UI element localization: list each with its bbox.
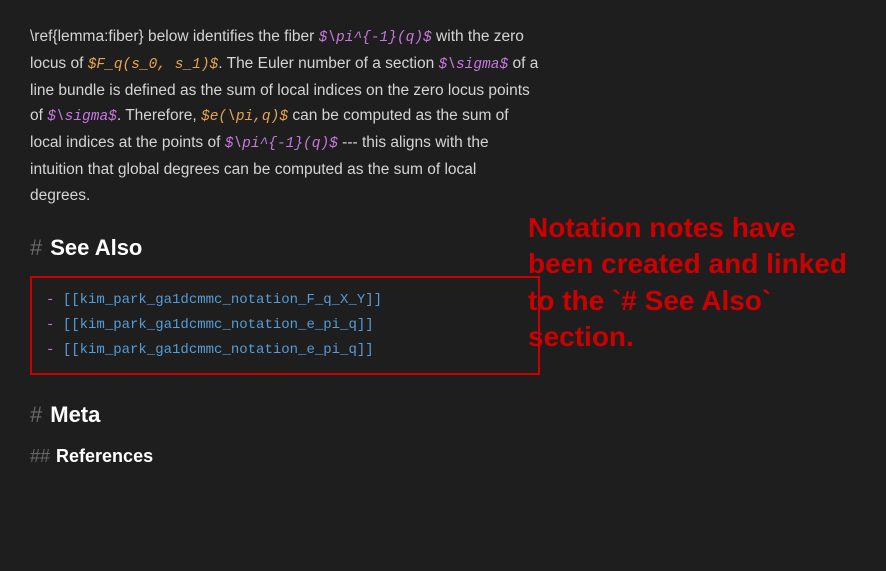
main-paragraph: \ref{lemma:fiber} below identifies the f…: [30, 24, 540, 208]
meta-title: Meta: [50, 397, 100, 432]
text-before-math5: . Therefore,: [117, 107, 201, 124]
math-sigma-2: $\sigma$: [47, 109, 117, 125]
text-before-math1: \ref{lemma:fiber} below identifies the f…: [30, 28, 319, 45]
link-1[interactable]: [[kim_park_ga1dcmmc_notation_F_q_X_Y]]: [63, 292, 382, 308]
item-dash-2: -: [46, 317, 63, 333]
list-item: - [[kim_park_ga1dcmmc_notation_F_q_X_Y]]: [46, 288, 524, 313]
item-dash-1: -: [46, 292, 63, 308]
list-item: - [[kim_park_ga1dcmmc_notation_e_pi_q]]: [46, 338, 524, 363]
meta-hash: #: [30, 397, 42, 432]
see-also-hash: #: [30, 230, 42, 265]
references-subheading: ## References: [30, 442, 540, 471]
see-also-title: See Also: [50, 230, 142, 265]
list-item: - [[kim_park_ga1dcmmc_notation_e_pi_q]]: [46, 313, 524, 338]
see-also-heading: # See Also: [30, 230, 540, 265]
link-2[interactable]: [[kim_park_ga1dcmmc_notation_e_pi_q]]: [63, 317, 374, 333]
math-e-pi-q: $e(\pi,q)$: [201, 109, 288, 125]
see-also-box: - [[kim_park_ga1dcmmc_notation_F_q_X_Y]]…: [30, 276, 540, 376]
item-dash-3: -: [46, 342, 63, 358]
math-pi-inv-q-1: $\pi^{-1}(q)$: [319, 30, 432, 46]
notation-annotation: Notation notes have been created and lin…: [528, 210, 868, 356]
math-sigma-1: $\sigma$: [439, 57, 509, 73]
meta-heading: # Meta: [30, 397, 540, 432]
link-3[interactable]: [[kim_park_ga1dcmmc_notation_e_pi_q]]: [63, 342, 374, 358]
text-before-math3: . The Euler number of a section: [218, 55, 438, 72]
references-hash: ##: [30, 442, 50, 471]
math-F-q-s0-s1: $F_q(s_0, s_1)$: [88, 57, 219, 73]
references-title: References: [56, 442, 153, 471]
page-container: \ref{lemma:fiber} below identifies the f…: [0, 0, 886, 571]
math-pi-inv-q-2: $\pi^{-1}(q)$: [225, 136, 338, 152]
